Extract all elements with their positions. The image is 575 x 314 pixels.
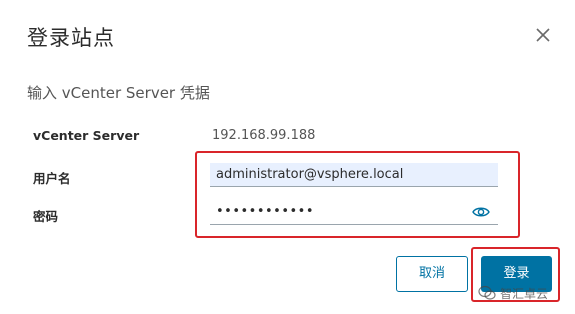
username-label: 用户名 xyxy=(33,171,71,186)
watermark: 智汇卓云 xyxy=(478,282,548,304)
server-value: 192.168.99.188 xyxy=(212,128,316,143)
wechat-icon xyxy=(478,285,496,300)
watermark-text: 智汇卓云 xyxy=(500,286,549,301)
password-label: 密码 xyxy=(33,209,59,224)
dialog-title: 登录站点 xyxy=(27,26,115,50)
fields-highlight-box xyxy=(195,151,520,238)
dialog-subtitle: 输入 vCenter Server 凭据 xyxy=(27,84,210,102)
close-icon[interactable] xyxy=(534,26,552,44)
cancel-button[interactable]: 取消 xyxy=(396,256,468,292)
login-dialog: 登录站点 输入 vCenter Server 凭据 vCenter Server… xyxy=(0,0,575,314)
server-label: vCenter Server xyxy=(33,128,140,143)
